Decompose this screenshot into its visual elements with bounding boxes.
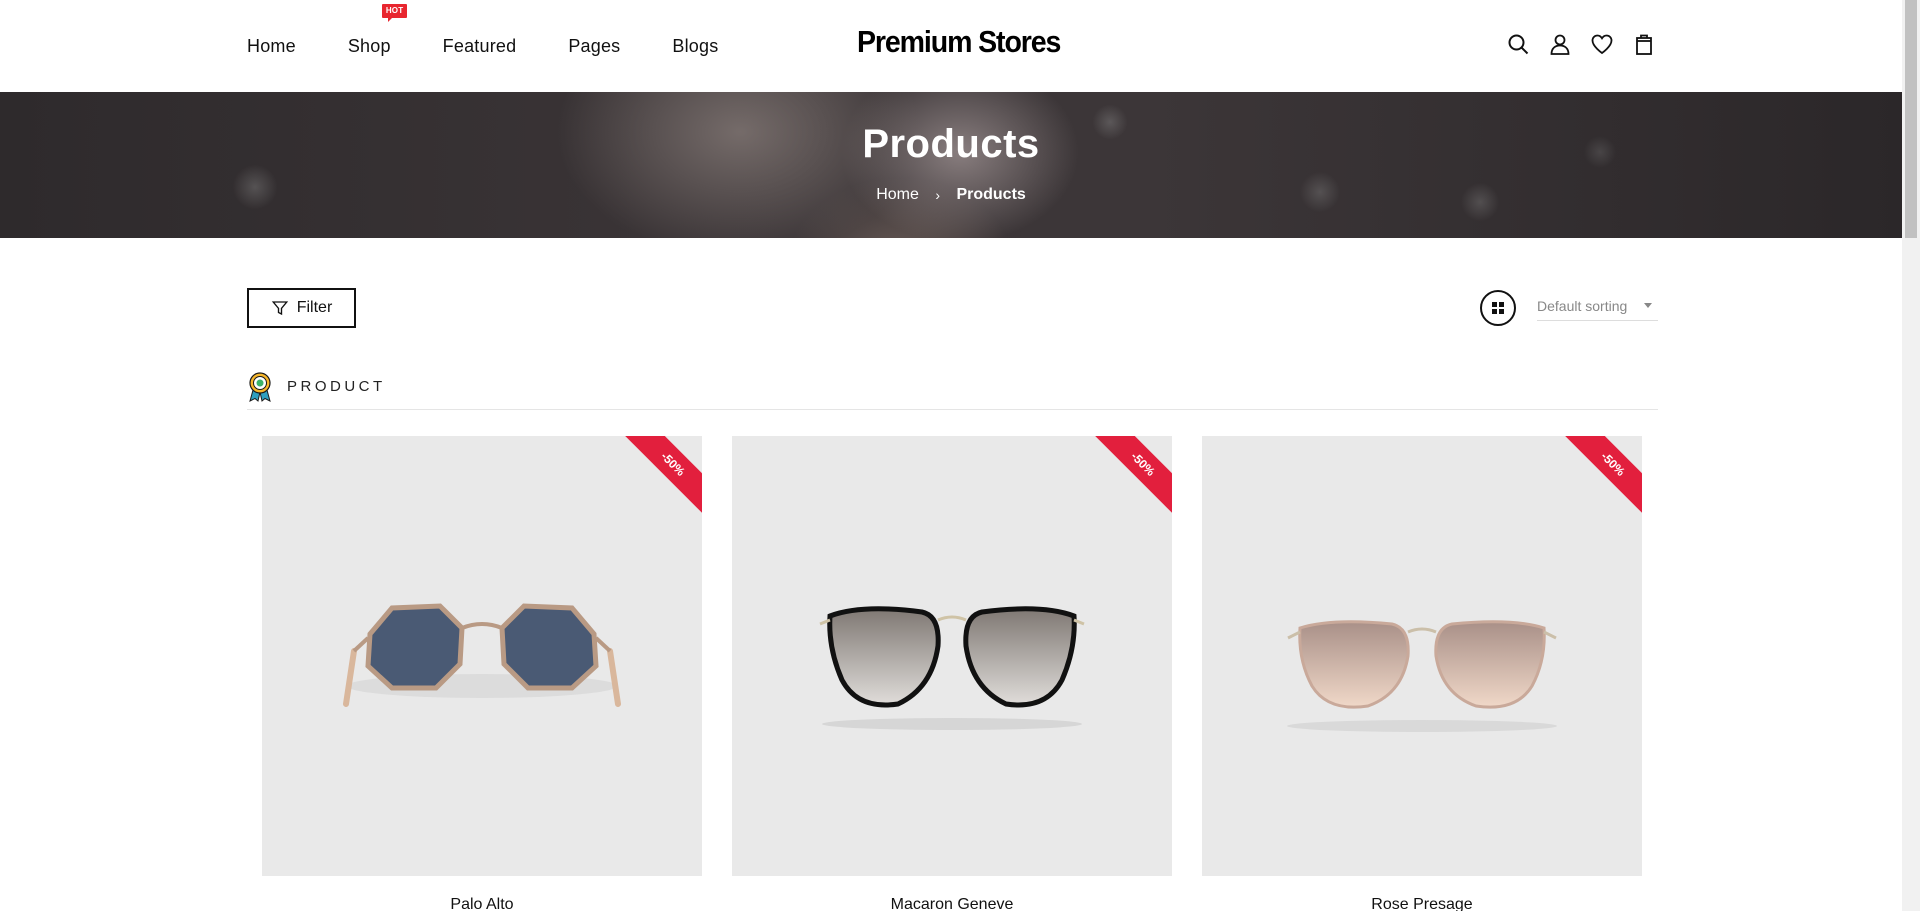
breadcrumb-home-link[interactable]: Home (876, 186, 919, 204)
page-title: Products (862, 122, 1040, 166)
product-card: -50% Rose Presage (1202, 436, 1642, 911)
filter-label: Filter (296, 299, 333, 316)
nav-item-pages[interactable]: Pages (568, 36, 620, 57)
discount-ribbon: -50% (1094, 436, 1172, 513)
discount-ribbon: -50% (1564, 436, 1642, 513)
nav-label: Featured (442, 35, 517, 56)
sort-selected-value: Default sorting (1537, 297, 1628, 314)
award-badge-icon (249, 372, 271, 402)
site-logo[interactable]: Premium Stores (857, 24, 1061, 60)
wishlist-heart-icon[interactable] (1590, 32, 1614, 56)
grid-view-button[interactable] (1480, 290, 1516, 326)
section-heading: PRODUCT (247, 372, 1658, 410)
discount-ribbon: -50% (624, 436, 702, 513)
nav-label: Home (247, 35, 296, 56)
page-scrollbar[interactable] (1902, 0, 1920, 911)
page-banner: Products Home › Products (0, 92, 1902, 238)
search-icon[interactable] (1506, 32, 1530, 56)
product-image[interactable]: -50% (1202, 436, 1642, 876)
sunglasses-image (1287, 620, 1557, 732)
nav-item-blogs[interactable]: Blogs (672, 36, 718, 57)
nav-item-shop[interactable]: Shop HOT (347, 3, 408, 57)
sunglasses-image (819, 606, 1085, 730)
product-card: -50% Macaron Geneve (732, 436, 1172, 911)
product-name[interactable]: Rose Presage (1202, 896, 1642, 911)
section-label: PRODUCT (287, 378, 386, 395)
grid-view-icon (1492, 302, 1504, 314)
breadcrumb-current: Products (956, 186, 1026, 203)
product-name[interactable]: Macaron Geneve (732, 896, 1172, 911)
site-header: Home Shop HOT Featured Pages Blogs Premi… (0, 0, 1902, 92)
account-icon[interactable] (1548, 32, 1572, 56)
nav-item-featured[interactable]: Featured (443, 36, 517, 57)
main-nav: Home Shop HOT Featured Pages Blogs (247, 0, 770, 92)
product-name[interactable]: Palo Alto (262, 896, 702, 911)
nav-item-home[interactable]: Home (247, 36, 296, 57)
hot-badge: HOT (381, 3, 408, 22)
header-actions (1506, 32, 1656, 56)
nav-label: Shop (347, 35, 391, 56)
breadcrumb: Home › Products (0, 186, 1902, 204)
scrollbar-thumb[interactable] (1905, 0, 1917, 238)
funnel-icon (271, 301, 288, 316)
cart-bag-icon[interactable] (1632, 32, 1656, 56)
product-image[interactable]: -50% (732, 436, 1172, 876)
caret-down-icon (1644, 303, 1652, 308)
product-card: -50% Palo Alto (262, 436, 702, 911)
product-image[interactable]: -50% (262, 436, 702, 876)
sort-select[interactable]: Default sorting (1537, 291, 1658, 321)
sunglasses-image (343, 603, 621, 707)
nav-label: Pages (568, 35, 621, 56)
filter-button[interactable]: Filter (247, 288, 356, 328)
nav-label: Blogs (672, 35, 719, 56)
chevron-right-icon: › (935, 187, 940, 203)
